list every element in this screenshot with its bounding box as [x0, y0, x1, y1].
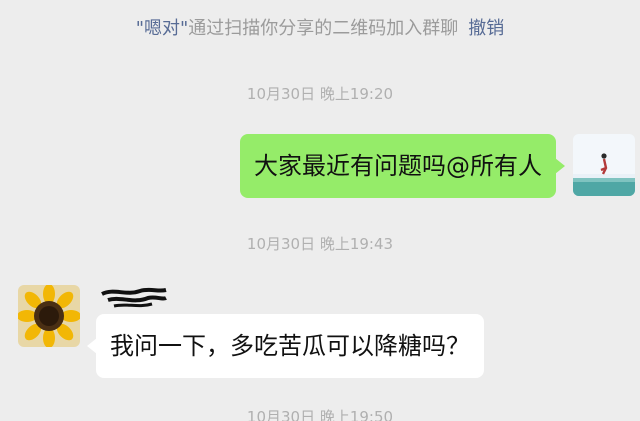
message-bubble-received[interactable]: 我问一下，多吃苦瓜可以降糖吗？: [87, 314, 484, 378]
my-avatar[interactable]: [573, 134, 635, 196]
beach-person-avatar-icon: [573, 134, 635, 196]
joined-user-name[interactable]: "嗯对": [136, 18, 189, 39]
timestamp: 10月30日 晚上19:43: [246, 235, 394, 253]
timestamp: 10月30日 晚上19:20: [246, 85, 394, 103]
timestamp: 10月30日 晚上19:50: [246, 408, 394, 421]
sender-avatar[interactable]: [18, 285, 80, 347]
revoke-link[interactable]: 撤销: [468, 18, 504, 39]
sunflower-avatar-icon: [18, 285, 80, 347]
message-bubble-sent[interactable]: 大家最近有问题吗@所有人: [240, 134, 565, 198]
join-notice-text: 通过扫描你分享的二维码加入群聊: [188, 18, 459, 39]
group-join-notice: "嗯对"通过扫描你分享的二维码加入群聊 撤销: [0, 14, 640, 40]
redacted-sender-name: [100, 286, 168, 310]
